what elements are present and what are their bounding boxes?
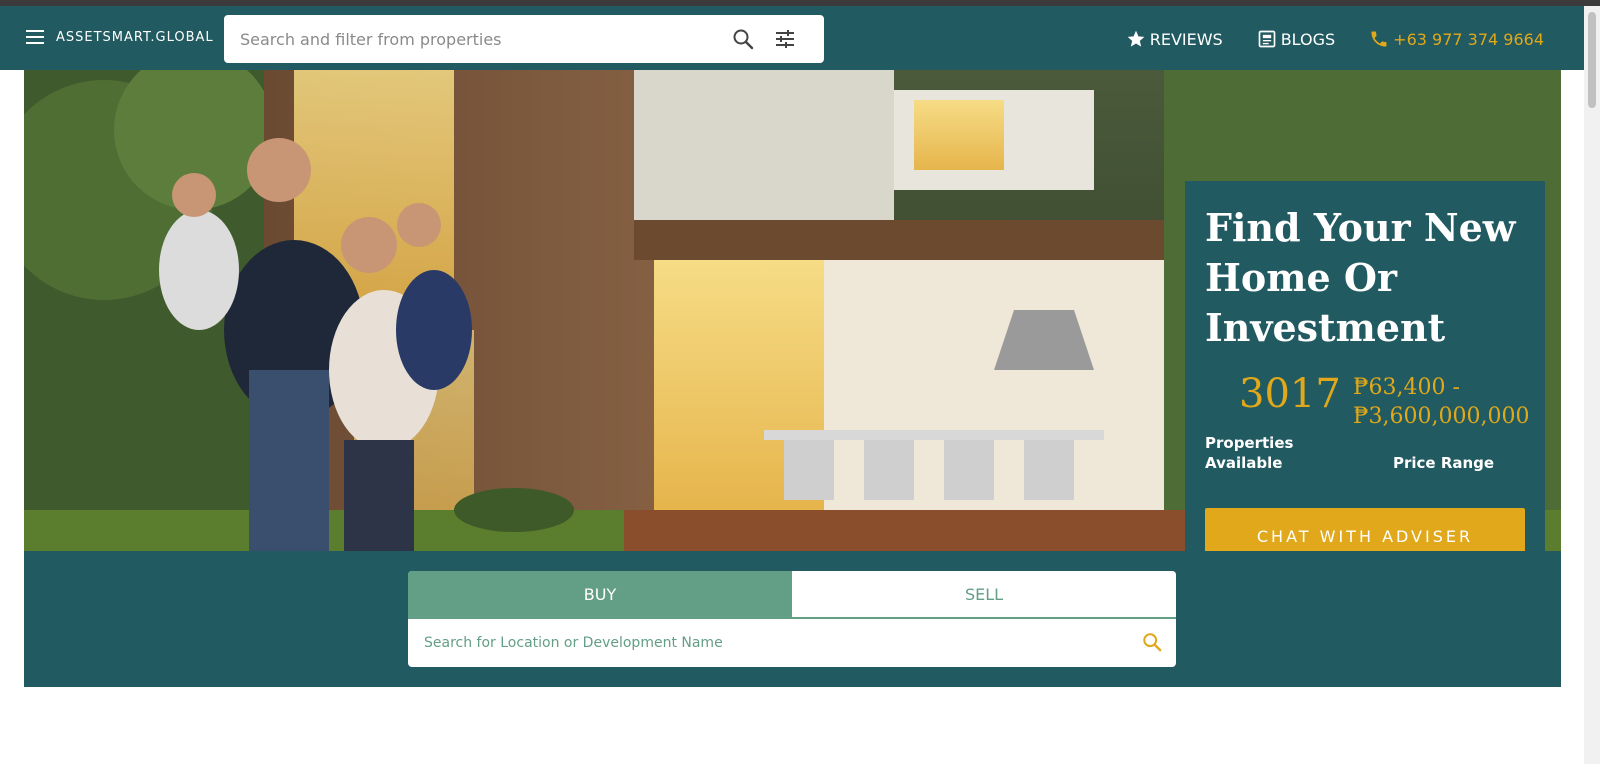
tab-sell[interactable]: SELL [792, 571, 1176, 619]
hero-stats: 3017 Properties Available ₱63,400 - ₱3,6… [1205, 371, 1530, 481]
phone-icon [1371, 31, 1387, 47]
properties-count: 3017 [1239, 371, 1341, 417]
article-icon [1258, 30, 1276, 48]
chat-with-adviser-button[interactable]: CHAT WITH ADVISER [1205, 508, 1525, 551]
buy-sell-tabs: BUY SELL [408, 571, 1176, 619]
blogs-label: BLOGS [1280, 29, 1336, 49]
location-search-icon[interactable] [1142, 632, 1164, 654]
scrollbar-thumb[interactable] [1588, 12, 1596, 108]
hero-banner: Find Your New Home Or Investment 3017 Pr… [24, 70, 1561, 551]
phone-link[interactable]: +63 977 374 9664 [1369, 29, 1544, 49]
top-navbar: ASSETSMART.GLOBAL REVIEWS BLOGS +63 977 … [0, 6, 1584, 70]
price-range-label: Price Range [1393, 454, 1495, 472]
location-search-input[interactable] [424, 619, 1104, 667]
search-icon[interactable] [732, 28, 754, 50]
filter-tune-icon[interactable] [774, 28, 796, 50]
phone-number: +63 977 374 9664 [1393, 29, 1544, 49]
location-search-box [408, 619, 1176, 667]
blogs-link[interactable]: BLOGS [1257, 29, 1335, 49]
site-logo[interactable]: ASSETSMART.GLOBAL [56, 30, 214, 45]
hamburger-icon[interactable] [26, 30, 44, 44]
tab-buy[interactable]: BUY [408, 571, 792, 619]
header-nav-links: REVIEWS BLOGS +63 977 374 9664 [1126, 28, 1544, 50]
property-search-input[interactable] [240, 15, 720, 63]
reviews-link[interactable]: REVIEWS [1126, 29, 1223, 49]
hero-info-card: Find Your New Home Or Investment 3017 Pr… [1185, 181, 1545, 551]
properties-label: Properties Available [1205, 434, 1294, 472]
reviews-label: REVIEWS [1149, 29, 1223, 49]
price-range-value: ₱63,400 - ₱3,600,000,000 [1353, 375, 1530, 429]
star-icon [1127, 30, 1145, 47]
property-search-bar [224, 15, 824, 63]
page-scrollbar[interactable] [1584, 6, 1600, 764]
hero-title: Find Your New Home Or Investment [1205, 205, 1516, 350]
